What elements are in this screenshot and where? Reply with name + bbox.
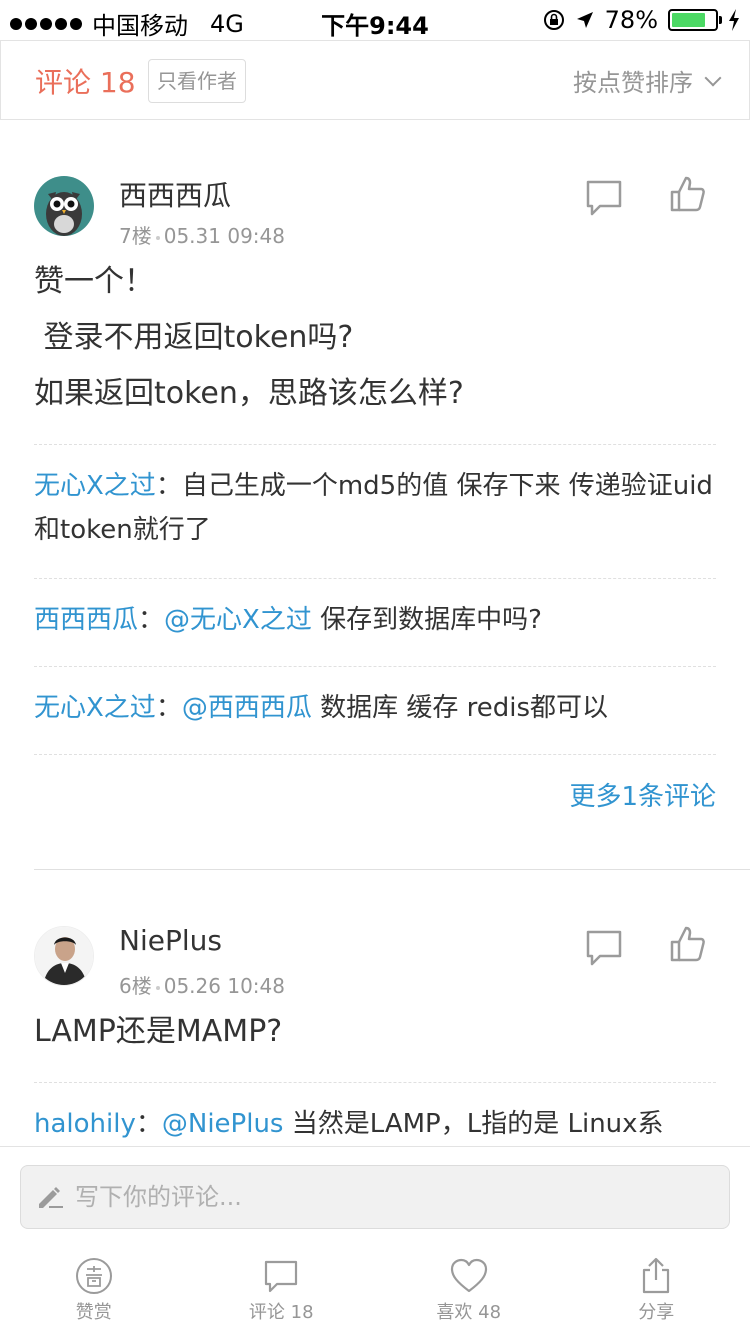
rotation-lock-icon [543, 10, 564, 30]
share-icon [643, 1257, 670, 1294]
reply-text: 保存到数据库中吗? [311, 605, 542, 635]
charging-icon [729, 9, 739, 31]
reply-separator: ： [135, 1109, 162, 1139]
battery-percent: 78% [604, 6, 658, 34]
comment-header: 评论 18 只看作者 按点赞排序 [0, 40, 750, 120]
nav-label: 赞赏 [75, 1302, 112, 1323]
reply-mention[interactable]: @NiePlus [162, 1109, 284, 1139]
divider [34, 578, 716, 579]
avatar[interactable] [34, 926, 94, 986]
nav-comment[interactable]: 评论 18 [211, 1256, 351, 1324]
divider [34, 666, 716, 667]
sort-button[interactable]: 按点赞排序 [573, 63, 722, 98]
divider [34, 754, 716, 755]
comment-meta: 6楼 05.26 10:48 [119, 970, 285, 999]
reply-separator: ： [155, 693, 182, 723]
nav-label: 分享 [638, 1302, 675, 1323]
divider [34, 1082, 716, 1083]
reply-user[interactable]: 无心X之过 [34, 693, 156, 723]
avatar[interactable] [34, 176, 94, 236]
pencil-icon [39, 1187, 63, 1208]
comment-input[interactable] [75, 1183, 675, 1211]
reward-icon [75, 1258, 112, 1294]
comment-icon [265, 1260, 298, 1293]
content-line: 赞一个！ [34, 264, 154, 299]
floor-label: 7楼 [119, 224, 152, 248]
reply-user[interactable]: 西西西瓜 [34, 605, 138, 635]
content-line: 如果返回token，思路该怎么样? [34, 376, 464, 411]
sort-label: 按点赞排序 [573, 69, 693, 97]
comment-date: 05.26 10:48 [163, 974, 285, 998]
comment-item: NiePlus 6楼 05.26 10:48 LAMP还是MAMP? halohi… [34, 920, 716, 1146]
more-comments-link[interactable]: 更多1条评论 [569, 776, 716, 813]
bottom-nav: 赞赏 评论 18 喜欢 48 分享 [0, 1246, 750, 1334]
comment-content: 赞一个！ 登录不用返回token吗? 如果返回token，思路该怎么样? [34, 254, 716, 422]
location-icon [576, 12, 593, 28]
nav-like[interactable]: 喜欢 48 [399, 1256, 539, 1324]
like-icon[interactable] [668, 924, 708, 964]
like-icon[interactable] [668, 174, 708, 214]
comment-divider [34, 869, 750, 870]
reply-text: 数据库 缓存 redis都可以 [311, 693, 609, 723]
reply-separator: ： [155, 471, 182, 501]
reply-mention[interactable]: @西西西瓜 [182, 693, 312, 723]
nav-share[interactable]: 分享 [586, 1256, 726, 1324]
reply-item: 西西西瓜：@无心X之过 保存到数据库中吗? [34, 598, 716, 642]
chevron-down-icon [704, 69, 722, 86]
divider [34, 444, 716, 445]
comment-input-box[interactable] [20, 1165, 730, 1229]
nav-label: 评论 18 [248, 1302, 314, 1323]
reply-item: 无心X之过：@西西西瓜 数据库 缓存 redis都可以 [34, 686, 716, 730]
user-name[interactable]: NiePlus [119, 924, 222, 957]
reply-icon[interactable] [584, 178, 624, 218]
status-bar: 中国移动 4G 下午9:44 78% [0, 0, 750, 40]
reply-user[interactable]: halohily [34, 1109, 136, 1139]
floor-label: 6楼 [119, 974, 152, 998]
comment-content: LAMP还是MAMP? [34, 1004, 716, 1060]
comment-count: 评论 18 [35, 66, 136, 99]
comment-item: 西西西瓜 7楼 05.31 09:48 赞一个！ 登录不用返回token吗? 如果… [34, 170, 716, 870]
reply-separator: ： [138, 605, 165, 635]
reply-mention[interactable]: @无心X之过 [164, 605, 312, 635]
heart-icon [450, 1258, 487, 1293]
author-only-button[interactable]: 只看作者 [148, 59, 246, 103]
user-name[interactable]: 西西西瓜 [119, 174, 231, 214]
reply-item: halohily：@NiePlus 当然是LAMP，L指的是 Linux系 [34, 1102, 716, 1146]
nav-label: 喜欢 48 [436, 1302, 502, 1323]
comment-date: 05.31 09:48 [163, 224, 285, 248]
content-line: 登录不用返回token吗? [34, 320, 354, 355]
comment-input-bar [0, 1146, 750, 1246]
owl-avatar-icon [34, 176, 94, 236]
reply-icon[interactable] [584, 928, 624, 968]
content-line: LAMP还是MAMP? [34, 1014, 283, 1049]
battery-icon [668, 9, 722, 31]
reply-item: 无心X之过：自己生成一个md5的值 保存下来 传递验证uid和token就行了 [34, 464, 716, 552]
reply-text: 当然是LAMP，L指的是 Linux系 [283, 1109, 664, 1139]
comment-meta: 7楼 05.31 09:48 [119, 220, 285, 249]
person-avatar-icon [35, 927, 93, 985]
reply-user[interactable]: 无心X之过 [34, 471, 156, 501]
nav-reward[interactable]: 赞赏 [24, 1256, 164, 1324]
